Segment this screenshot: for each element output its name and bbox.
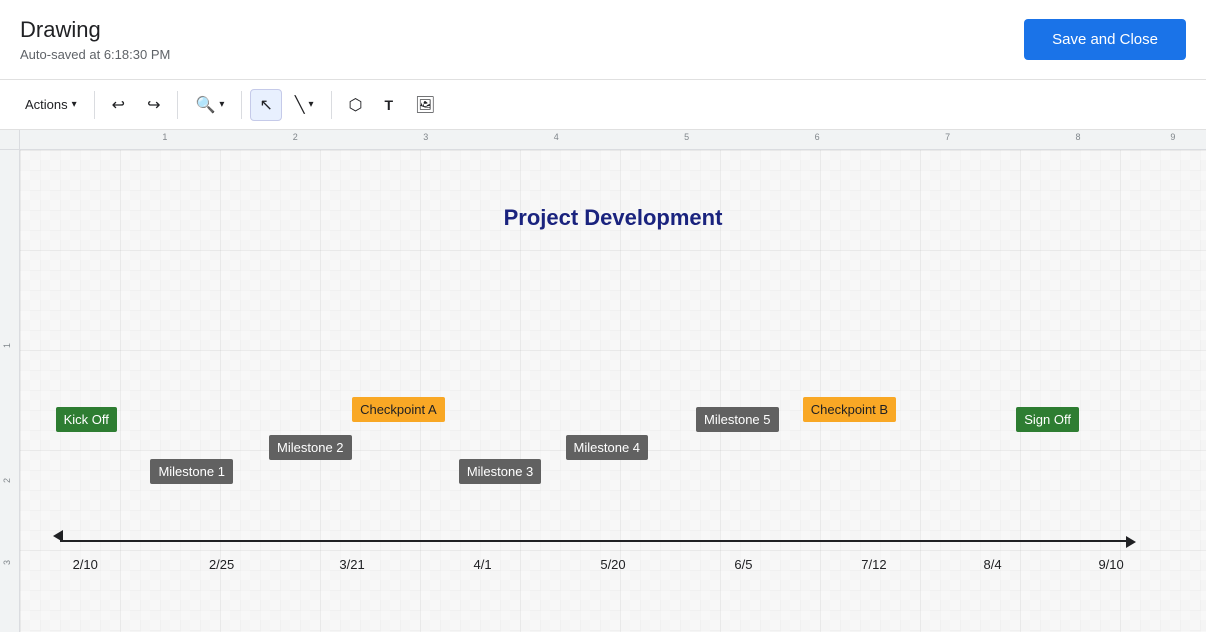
diagram-title: Project Development <box>504 205 723 231</box>
toolbar-divider-4 <box>331 91 332 119</box>
ruler-mark-2: 2 <box>293 132 298 142</box>
box-checkpoint-a: Checkpoint A <box>352 397 445 422</box>
timeline-arrow-right <box>1126 536 1136 548</box>
redo-icon: ↪ <box>147 95 160 115</box>
date-label-9: 9/10 <box>1098 557 1123 572</box>
box-milestone-1: Milestone 1 <box>150 459 232 484</box>
box-checkpoint-b: Checkpoint B <box>803 397 896 422</box>
drawing-canvas[interactable]: Project Development 2/10 2/25 3/21 4/1 5… <box>20 150 1206 632</box>
ruler-mark-8: 8 <box>1076 132 1081 142</box>
zoom-icon: 🔍 <box>195 95 215 115</box>
left-ruler-mark-1: 1 <box>2 343 12 348</box>
date-label-1: 2/10 <box>73 557 98 572</box>
box-milestone-5: Milestone 5 <box>696 407 778 432</box>
diagram-content: Project Development 2/10 2/25 3/21 4/1 5… <box>20 150 1206 632</box>
toolbar-divider-1 <box>94 91 95 119</box>
toolbar-divider-3 <box>241 91 242 119</box>
date-label-6: 6/5 <box>734 557 752 572</box>
text-tool-button[interactable]: T <box>375 91 402 119</box>
image-tool-button[interactable]: 🖼 <box>406 89 444 121</box>
date-label-4: 4/1 <box>473 557 491 572</box>
select-cursor-icon: ↖ <box>259 95 272 115</box>
toolbar: Actions ▾ ↩ ↪ 🔍 ▾ ↖ ╲ ▾ ⬡ T 🖼 <box>0 80 1206 130</box>
date-label-8: 8/4 <box>983 557 1001 572</box>
header-left: Drawing Auto-saved at 6:18:30 PM <box>20 17 170 62</box>
ruler-marks: 1 2 3 4 5 6 7 8 9 <box>20 130 1206 149</box>
select-tool-button[interactable]: ↖ <box>250 89 281 121</box>
box-kickoff: Kick Off <box>56 407 117 432</box>
line-chevron-icon: ▾ <box>308 99 313 110</box>
ruler-mark-1: 1 <box>162 132 167 142</box>
zoom-chevron-icon: ▾ <box>219 99 224 110</box>
toolbar-divider-2 <box>177 91 178 119</box>
left-ruler-mark-3: 3 <box>2 560 12 565</box>
canvas-container: 1 2 3 4 5 6 7 8 9 1 2 3 Project Developm… <box>0 130 1206 632</box>
ruler-mark-5: 5 <box>684 132 689 142</box>
date-label-5: 5/20 <box>600 557 625 572</box>
shape-tool-icon: ⬡ <box>349 95 363 115</box>
ruler-mark-6: 6 <box>815 132 820 142</box>
shape-tool-button[interactable]: ⬡ <box>340 89 372 121</box>
left-ruler-mark-2: 2 <box>2 478 12 483</box>
zoom-button[interactable]: 🔍 ▾ <box>186 89 233 121</box>
ruler-mark-7: 7 <box>945 132 950 142</box>
text-tool-icon: T <box>384 97 393 113</box>
date-label-7: 7/12 <box>861 557 886 572</box>
line-tool-icon: ╲ <box>295 95 305 115</box>
undo-icon: ↩ <box>112 95 125 115</box>
box-milestone-2: Milestone 2 <box>269 435 351 460</box>
ruler-corner <box>0 130 20 150</box>
canvas-area: 1 2 3 Project Development 2/10 2/25 3/21… <box>0 150 1206 632</box>
timeline-line <box>60 540 1126 542</box>
undo-button[interactable]: ↩ <box>103 89 134 121</box>
redo-button[interactable]: ↪ <box>138 89 169 121</box>
actions-menu-button[interactable]: Actions ▾ <box>16 91 86 118</box>
ruler-row: 1 2 3 4 5 6 7 8 9 <box>0 130 1206 150</box>
timeline-arrow-left <box>53 530 63 542</box>
image-tool-icon: 🖼 <box>415 95 435 115</box>
box-milestone-3: Milestone 3 <box>459 459 541 484</box>
app-title: Drawing <box>20 17 170 43</box>
actions-chevron-icon: ▾ <box>72 99 77 110</box>
ruler-mark-3: 3 <box>423 132 428 142</box>
ruler-mark-9: 9 <box>1170 132 1175 142</box>
date-label-2: 2/25 <box>209 557 234 572</box>
ruler-mark-4: 4 <box>554 132 559 142</box>
box-milestone-4: Milestone 4 <box>566 435 648 460</box>
horizontal-ruler: 1 2 3 4 5 6 7 8 9 <box>20 130 1206 150</box>
header: Drawing Auto-saved at 6:18:30 PM Save an… <box>0 0 1206 80</box>
save-close-button[interactable]: Save and Close <box>1024 19 1186 60</box>
line-tool-button[interactable]: ╲ ▾ <box>286 89 323 121</box>
vertical-ruler: 1 2 3 <box>0 150 20 632</box>
autosave-status: Auto-saved at 6:18:30 PM <box>20 47 170 62</box>
date-label-3: 3/21 <box>339 557 364 572</box>
actions-label: Actions <box>25 97 68 112</box>
box-signoff: Sign Off <box>1016 407 1079 432</box>
